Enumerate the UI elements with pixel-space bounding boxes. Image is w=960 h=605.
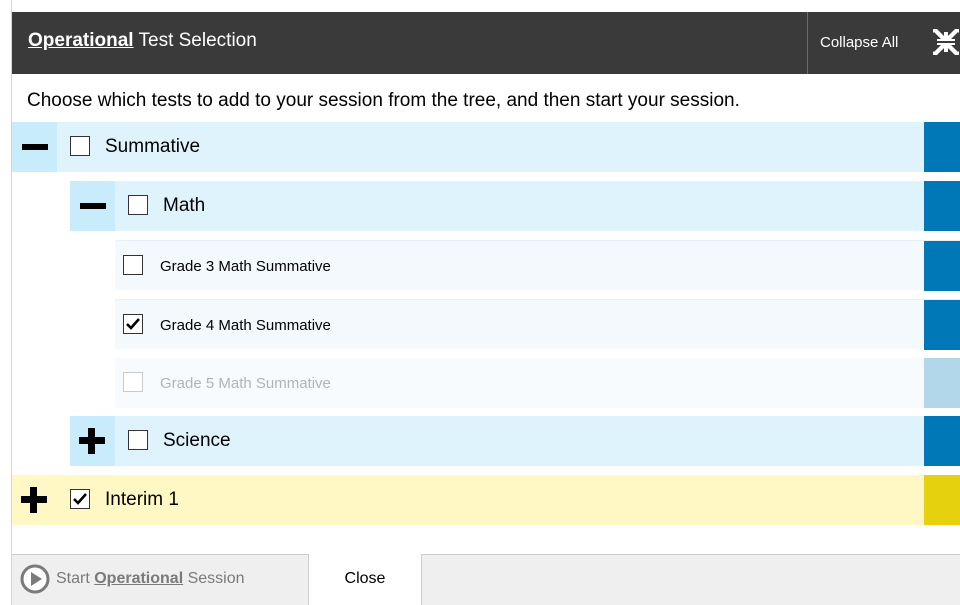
- checkmark-icon: [126, 318, 140, 330]
- collapse-all-label: Collapse All: [820, 34, 899, 51]
- start-strong: Operational: [94, 570, 184, 587]
- plus-icon-vertical: [30, 487, 37, 513]
- plus-icon-vertical: [88, 428, 95, 454]
- grade5-label: Grade 5 Math Summative: [160, 375, 331, 392]
- math-collapse-toggle[interactable]: [70, 181, 115, 231]
- dialog-title-rest: Test Selection: [133, 30, 257, 51]
- summative-label: Summative: [105, 136, 201, 157]
- grade5-checkbox: [123, 372, 143, 392]
- summative-collapse-toggle[interactable]: [12, 122, 57, 172]
- science-label: Science: [163, 430, 231, 451]
- start-prefix: Start: [56, 570, 95, 587]
- summative-scroll-tab: [924, 122, 960, 172]
- minus-icon: [22, 144, 48, 150]
- interim-scroll-tab: [924, 475, 960, 525]
- dialog-title-strong: Operational: [28, 30, 134, 51]
- interim-checkbox[interactable]: [70, 489, 90, 509]
- close-label: Close: [344, 570, 386, 587]
- close-button[interactable]: Close: [308, 554, 422, 605]
- tree-node-summative: Summative: [12, 122, 960, 172]
- science-scroll-tab: [924, 416, 960, 466]
- science-checkbox[interactable]: [128, 430, 148, 450]
- tree-leaf-grade5: Grade 5 Math Summative: [115, 358, 960, 408]
- grade5-scroll-tab: [924, 358, 960, 408]
- tree-node-math: Math: [70, 181, 960, 231]
- tree-leaf-grade3[interactable]: Grade 3 Math Summative: [115, 240, 960, 291]
- summative-checkbox[interactable]: [70, 136, 90, 156]
- test-selection-dialog: Operational Test Selection Collapse All …: [12, 12, 960, 605]
- grade3-scroll-tab: [924, 241, 960, 291]
- start-session-label: Start Operational Session: [56, 570, 245, 588]
- minus-icon: [80, 203, 106, 209]
- dialog-header: Operational Test Selection Collapse All: [12, 12, 960, 74]
- tree-node-interim: Interim 1: [12, 475, 960, 525]
- collapse-all-button[interactable]: Collapse All: [808, 12, 960, 74]
- dialog-title: Operational Test Selection: [28, 30, 257, 52]
- interim-expand-toggle[interactable]: [12, 475, 57, 525]
- start-suffix: Session: [183, 570, 245, 587]
- grade4-scroll-tab: [924, 300, 960, 350]
- grade3-checkbox[interactable]: [123, 255, 143, 275]
- checkmark-icon: [73, 493, 87, 505]
- grade4-checkbox[interactable]: [123, 314, 143, 334]
- tree-leaf-grade4[interactable]: Grade 4 Math Summative: [115, 299, 960, 350]
- grade4-label: Grade 4 Math Summative: [160, 317, 331, 334]
- interim-label: Interim 1: [105, 489, 179, 510]
- collapse-arrows-icon: [933, 29, 959, 55]
- play-circle-icon: [20, 564, 50, 594]
- math-checkbox[interactable]: [128, 195, 148, 215]
- tree-node-science: Science: [70, 416, 960, 466]
- math-scroll-tab: [924, 181, 960, 231]
- grade3-label: Grade 3 Math Summative: [160, 258, 331, 275]
- math-label: Math: [163, 195, 206, 216]
- instructions-text: Choose which tests to add to your sessio…: [27, 90, 740, 111]
- dialog-footer: Start Operational Session Close: [12, 554, 960, 605]
- science-expand-toggle[interactable]: [70, 416, 115, 466]
- start-session-button[interactable]: Start Operational Session: [12, 555, 309, 605]
